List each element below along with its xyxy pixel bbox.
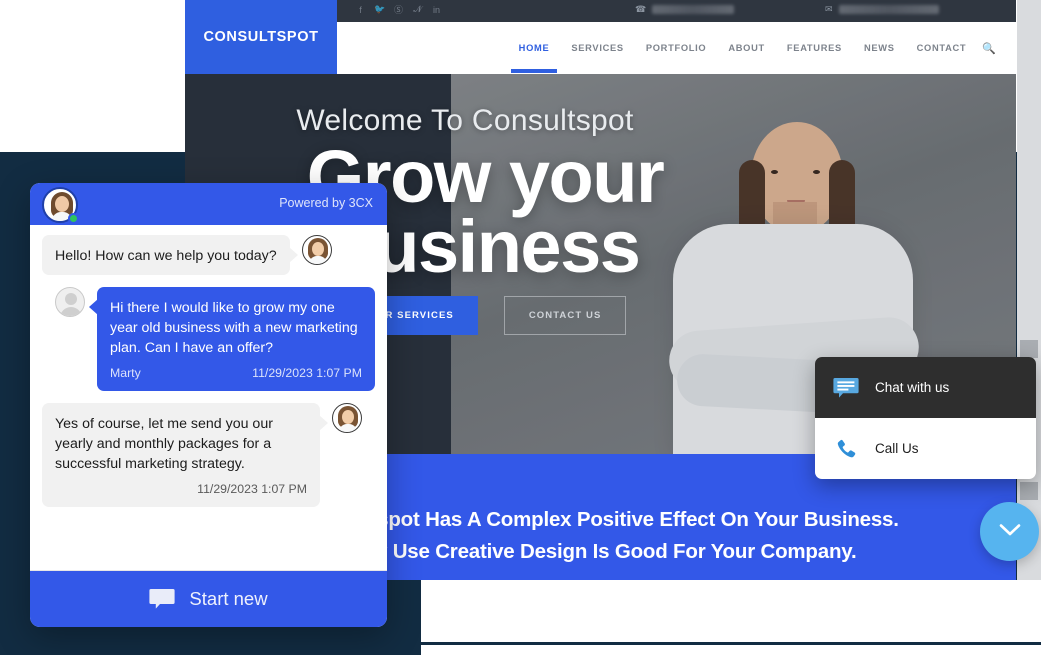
nav-item-about[interactable]: ABOUT — [728, 43, 765, 53]
linkedin-icon[interactable]: in — [431, 5, 442, 15]
chat-message-user-1: Hi there I would like to grow my one yea… — [42, 287, 375, 392]
nav-item-features[interactable]: FEATURES — [787, 43, 842, 53]
dribbble-icon[interactable]: Ⓢ — [393, 3, 404, 16]
avatar-head — [65, 293, 77, 306]
nav-items: HOME SERVICES PORTFOLIO ABOUT FEATURES N… — [510, 43, 967, 73]
chat-message-agent-1: Hello! How can we help you today? — [42, 235, 375, 276]
message-meta: 11/29/2023 1:07 PM — [55, 481, 307, 498]
avatar-body — [60, 307, 82, 317]
avatar-face — [311, 242, 324, 256]
chat-message-agent-2: Yes of course, let me send you our yearl… — [42, 403, 375, 507]
message-timestamp: 11/29/2023 1:07 PM — [197, 481, 307, 496]
site-navigation: HOME SERVICES PORTFOLIO ABOUT FEATURES N… — [337, 22, 1016, 74]
social-links[interactable]: f 🐦 Ⓢ 𝓝 in — [355, 3, 442, 16]
live-chat-widget: Powered by 3CX Hello! How can we help yo… — [30, 183, 387, 627]
message-text: Hello! How can we help you today? — [55, 248, 277, 264]
message-timestamp: 11/29/2023 1:07 PM — [252, 365, 362, 380]
facebook-icon[interactable]: f — [355, 5, 366, 15]
call-us-row[interactable]: Call Us — [815, 418, 1036, 479]
message-sender: Marty — [110, 365, 141, 380]
nav-item-home[interactable]: HOME — [510, 43, 558, 73]
topbar-phone[interactable]: ☎ — [635, 4, 735, 15]
avatar-face — [55, 196, 69, 212]
chat-with-us-label: Chat with us — [875, 380, 950, 395]
mail-icon: ✉ — [825, 4, 833, 14]
page-background-panel-lower — [421, 580, 1041, 642]
avatar-body — [308, 256, 327, 264]
phone-icon: ☎ — [635, 4, 647, 14]
contact-us-button[interactable]: CONTACT US — [503, 296, 627, 335]
message-bubble: Hi there I would like to grow my one yea… — [89, 287, 375, 392]
nav-item-portfolio[interactable]: PORTFOLIO — [646, 43, 707, 53]
message-text: Hi there I would like to grow my one yea… — [110, 300, 358, 357]
message-meta: Marty 11/29/2023 1:07 PM — [110, 365, 362, 382]
agent-avatar — [42, 187, 79, 224]
powered-by-label: Powered by 3CX — [279, 196, 373, 210]
online-status-indicator — [68, 213, 79, 224]
nav-item-news[interactable]: NEWS — [864, 43, 895, 53]
avatar-face — [342, 410, 354, 425]
message-bubble: Hello! How can we help you today? — [42, 235, 298, 276]
scrollbar-thumb-lower[interactable] — [1020, 482, 1038, 500]
hero-buttons: OUR SERVICES CONTACT US — [345, 296, 627, 335]
avatar-body — [339, 424, 357, 433]
message-text: Yes of course, let me send you our yearl… — [55, 416, 273, 473]
message-avatar-agent — [301, 235, 332, 265]
search-icon[interactable]: 🔍 — [982, 42, 996, 55]
chat-bubble-icon — [833, 375, 859, 401]
message-avatar-user — [55, 287, 85, 318]
message-bubble: Yes of course, let me send you our yearl… — [42, 403, 328, 507]
chat-bubble-icon — [149, 588, 176, 610]
contact-options-panel: Chat with us Call Us — [815, 357, 1036, 479]
nav-item-services[interactable]: SERVICES — [571, 43, 623, 53]
message-avatar-agent — [332, 403, 362, 434]
scrollbar-thumb-upper[interactable] — [1020, 340, 1038, 358]
topbar-email[interactable]: ✉ — [825, 4, 939, 15]
page-background-panel-bottom — [421, 645, 1041, 655]
collapse-widget-button[interactable] — [980, 502, 1039, 561]
hero-subtitle: Welcome To Consultspot — [296, 104, 634, 137]
chat-header: Powered by 3CX — [30, 183, 387, 225]
chat-divider — [30, 570, 387, 571]
start-new-chat-button[interactable]: Start new — [30, 571, 387, 627]
start-new-label: Start new — [189, 588, 268, 609]
site-logo[interactable]: CONSULTSPOT — [185, 0, 337, 74]
call-us-label: Call Us — [875, 441, 919, 456]
twitter-icon[interactable]: 🐦 — [374, 4, 385, 15]
email-address-redacted — [838, 5, 939, 14]
chat-message-list[interactable]: Hello! How can we help you today? Hi the… — [30, 225, 387, 571]
phone-number-redacted — [652, 5, 735, 14]
site-logo-text: CONSULTSPOT — [203, 29, 319, 45]
chevron-down-icon — [999, 523, 1021, 540]
chat-with-us-row[interactable]: Chat with us — [815, 357, 1036, 418]
pinterest-icon[interactable]: 𝓝 — [412, 4, 423, 15]
phone-handset-icon — [833, 436, 859, 462]
nav-item-contact[interactable]: CONTACT — [917, 43, 967, 53]
